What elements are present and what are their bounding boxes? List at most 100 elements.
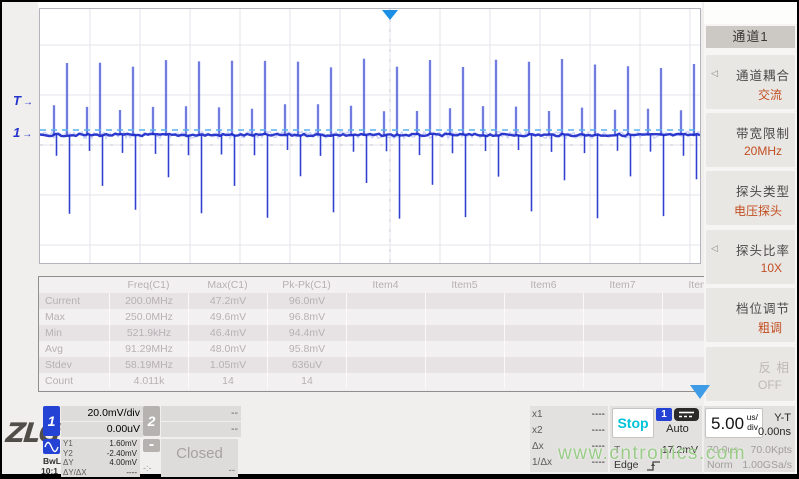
measure-cell: 200.0MHz	[109, 293, 188, 309]
channel2-offset[interactable]: --	[161, 422, 241, 437]
menu-item-value: 10X	[761, 261, 782, 275]
measure-row-label: Max	[39, 309, 109, 325]
sample-rate: 1.00GSa/s	[742, 459, 792, 471]
measure-row-label: Count	[39, 373, 109, 389]
measure-row-label: Current	[39, 293, 109, 309]
menu-item-probe-type[interactable]: 探头类型 电压探头	[706, 171, 795, 225]
measure-column-header[interactable]: Item5	[425, 277, 504, 293]
waveform-display[interactable]	[39, 8, 701, 264]
menu-title: 通道1	[706, 26, 795, 48]
menu-item-label: 档位调节	[736, 298, 790, 317]
measure-row-label: Stdev	[39, 357, 109, 373]
measure-cell: 1.05mV	[188, 357, 267, 373]
acquisition-state-button[interactable]: Stop	[612, 408, 654, 438]
measure-column-header[interactable]: Item7	[583, 277, 662, 293]
measure-column-header[interactable]: Freq(C1)	[109, 277, 188, 293]
measure-cell	[346, 357, 425, 373]
measure-row-label: Min	[39, 325, 109, 341]
measure-cell: 96.8mV	[267, 309, 346, 325]
measure-cell	[425, 325, 504, 341]
measure-cell: 521.9kHz	[109, 325, 188, 341]
measure-cell	[346, 293, 425, 309]
trigger-mode[interactable]: Auto	[656, 423, 699, 435]
trigger-marker-label: T	[13, 93, 21, 108]
measure-cell: 49.6mV	[188, 309, 267, 325]
arrow-right-icon: →	[23, 97, 33, 108]
channel2-scale[interactable]: --	[161, 406, 241, 421]
channel2-status-field: Closed --	[161, 439, 238, 477]
measure-cell: 636uV	[267, 357, 346, 373]
channel2-dash-icon: -	[143, 439, 160, 452]
trigger-position-arrow-icon[interactable]	[382, 10, 398, 20]
measure-column-header[interactable]: Pk-Pk(C1)	[267, 277, 346, 293]
trigger-source-badge[interactable]: 1	[656, 408, 672, 421]
watermark: www.cntronics.com	[558, 443, 746, 465]
menu-item-value: 20MHz	[744, 144, 782, 158]
measure-cell: 46.4mV	[188, 325, 267, 341]
channel2-ratio: -:-	[143, 463, 152, 473]
collapse-left-arrow-icon: ◁	[711, 68, 718, 79]
menu-item-probe-ratio[interactable]: ◁ 探头比率 10X	[706, 230, 795, 284]
measure-cell	[583, 325, 662, 341]
measure-cell: 91.29MHz	[109, 341, 188, 357]
measure-cell	[425, 309, 504, 325]
measure-cell	[504, 341, 583, 357]
channel1-scale[interactable]: 20.0mV/div	[61, 406, 143, 421]
menu-item-bandwidth-limit[interactable]: 带宽限制 20MHz	[706, 113, 795, 167]
measure-cell: 48.0mV	[188, 341, 267, 357]
measurement-table: Freq(C1)Max(C1)Pk-Pk(C1)Item4Item5Item6I…	[38, 276, 714, 392]
measure-column-header[interactable]: Item4	[346, 277, 425, 293]
timebase-unit-top: us/	[747, 412, 758, 422]
measure-cell: 250.0MHz	[109, 309, 188, 325]
measure-row-label: Avg	[39, 341, 109, 357]
channel1-bwl-label: BwL	[43, 456, 61, 466]
arrow-right-icon: →	[22, 129, 32, 140]
channel1-baseline-marker[interactable]: 1→	[13, 125, 32, 140]
channel2-status: Closed	[161, 439, 238, 469]
timebase-button[interactable]: 5.00 us/ div	[705, 408, 763, 438]
measure-cell	[346, 373, 425, 389]
measure-cell: 14	[188, 373, 267, 389]
channel1-offset[interactable]: 0.00uV	[61, 422, 143, 437]
menu-item-gear-adjust[interactable]: 档位调节 粗调	[706, 288, 795, 342]
channel1-probe-ratio: 10:1	[41, 466, 58, 476]
menu-item-value: 电压探头	[734, 202, 782, 219]
measure-cell	[504, 325, 583, 341]
waveform-svg	[40, 9, 700, 263]
menu-item-coupling[interactable]: ◁ 通道耦合 交流	[706, 55, 795, 109]
measure-cell	[425, 293, 504, 309]
display-mode: Y-T	[774, 412, 791, 424]
menu-top-strip	[704, 2, 797, 24]
channel2-value: --	[229, 465, 235, 476]
measure-column-header[interactable]: Max(C1)	[188, 277, 267, 293]
channel1-cursor-readout: Y11.60mV Y2-2.40mV ΔY4.00mV ΔY/ΔX----	[61, 439, 140, 477]
measure-cell	[583, 293, 662, 309]
channel2-box[interactable]: 2	[143, 406, 160, 436]
measure-cell	[425, 357, 504, 373]
measure-cell	[583, 357, 662, 373]
menu-item-label: 通道耦合	[736, 65, 790, 84]
measure-cell	[425, 373, 504, 389]
collapse-left-arrow-icon: ◁	[711, 243, 718, 254]
timebase-unit-bottom: div	[747, 422, 758, 432]
measure-cell	[346, 341, 425, 357]
measure-cell: 4.011k	[109, 373, 188, 389]
measure-cell	[583, 373, 662, 389]
measure-cell	[346, 309, 425, 325]
oscilloscope-screen: T→ 1→ Freq(C1)Max(C1)Pk-Pk(C1)Item4Item5…	[0, 0, 799, 479]
measure-column-header[interactable]: Item6	[504, 277, 583, 293]
measure-cell	[504, 373, 583, 389]
measure-cell	[425, 341, 504, 357]
measure-cell: 58.19MHz	[109, 357, 188, 373]
channel1-box[interactable]: 1	[43, 406, 60, 436]
measure-cell: 94.4mV	[267, 325, 346, 341]
menu-scroll-down-icon[interactable]	[690, 385, 710, 399]
measure-corner	[39, 277, 109, 293]
measure-cell: 96.0mV	[267, 293, 346, 309]
trigger-coupling-dc-icon	[674, 408, 699, 421]
trigger-level-marker[interactable]: T→	[13, 93, 33, 108]
menu-item-label: 反 相	[759, 357, 790, 376]
measure-cell: 47.2mV	[188, 293, 267, 309]
measure-cell	[583, 309, 662, 325]
measure-cell: 95.8mV	[267, 341, 346, 357]
